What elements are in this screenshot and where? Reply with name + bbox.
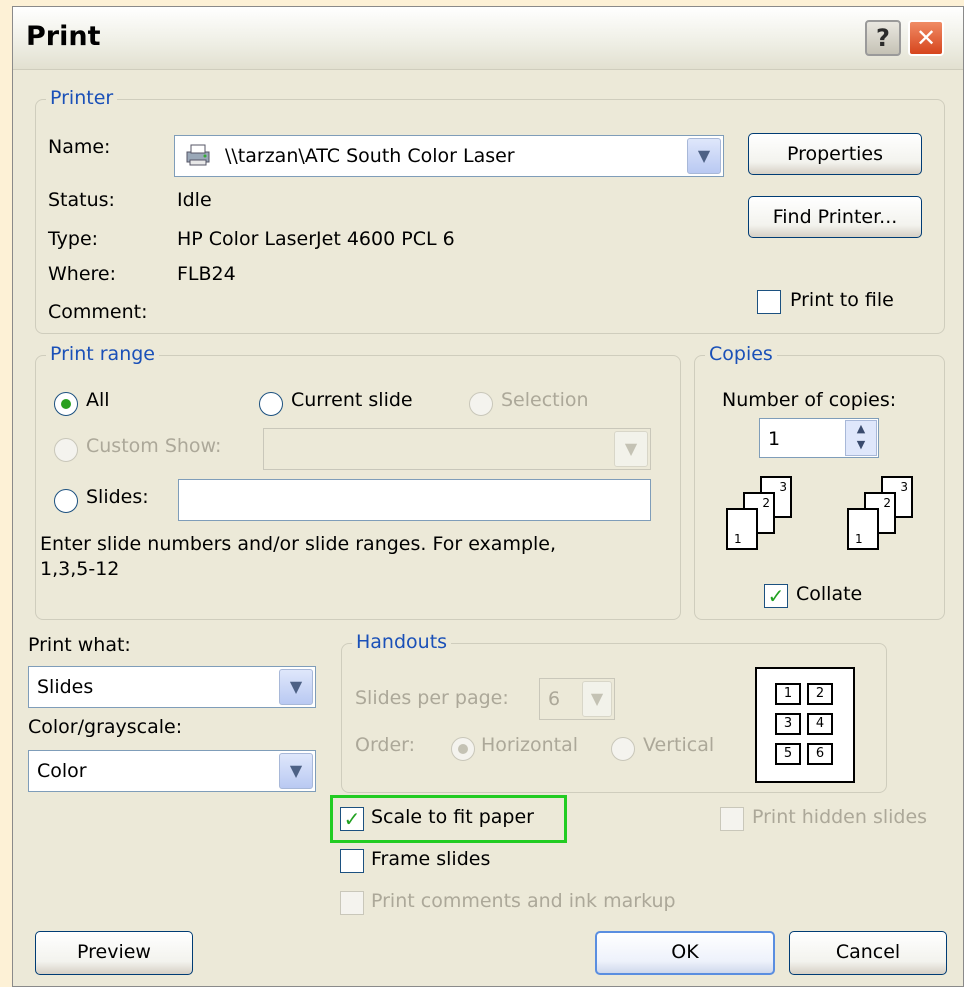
type-value: HP Color LaserJet 4600 PCL 6 — [177, 228, 455, 250]
title-bar[interactable]: Print ? ✕ — [13, 7, 963, 70]
frame-slides-checkbox[interactable] — [340, 849, 364, 873]
cancel-button[interactable]: Cancel — [789, 931, 947, 975]
collate-label[interactable]: Collate — [796, 583, 862, 605]
page-number: 2 — [762, 496, 770, 510]
slides-per-page-select[interactable]: 6 ▼ — [539, 678, 615, 720]
name-label: Name: — [48, 136, 111, 158]
vertical-label: Vertical — [643, 734, 715, 756]
spin-up-icon[interactable]: ▲ — [846, 421, 876, 437]
custom-show-select[interactable]: ▼ — [263, 428, 651, 470]
vertical-radio[interactable] — [611, 737, 635, 761]
where-value: FLB24 — [177, 263, 236, 285]
chevron-down-icon[interactable]: ▼ — [687, 138, 721, 174]
handout-cell: 4 — [807, 713, 833, 735]
print-dialog: Print ? ✕ Printer Name: \\tarzan\ATC Sou… — [12, 6, 964, 987]
handout-cell: 3 — [775, 713, 801, 735]
print-what-value: Slides — [37, 676, 94, 698]
number-of-copies-label: Number of copies: — [722, 389, 897, 411]
properties-button[interactable]: Properties — [748, 133, 922, 175]
slides-hint: Enter slide numbers and/or slide ranges.… — [40, 533, 557, 555]
spin-down-icon[interactable]: ▼ — [846, 437, 876, 453]
copies-spinner[interactable]: ▲ ▼ — [845, 420, 877, 456]
slides-per-page-value: 6 — [548, 688, 561, 710]
copies-legend: Copies — [705, 343, 777, 365]
slides-label[interactable]: Slides: — [86, 486, 149, 508]
current-slide-label[interactable]: Current slide — [291, 389, 413, 411]
horizontal-label: Horizontal — [481, 734, 579, 756]
selection-label: Selection — [501, 389, 589, 411]
print-range-legend: Print range — [46, 343, 159, 365]
handouts-legend: Handouts — [352, 631, 452, 653]
question-icon: ? — [876, 24, 890, 52]
slides-hint-example: 1,3,5-12 — [40, 558, 120, 580]
status-label: Status: — [48, 189, 115, 211]
help-button[interactable]: ? — [865, 20, 901, 56]
slides-input[interactable] — [178, 479, 651, 521]
close-button[interactable]: ✕ — [908, 20, 944, 56]
print-comments-label: Print comments and ink markup — [371, 890, 676, 912]
custom-show-radio[interactable] — [54, 438, 78, 462]
handout-cell: 6 — [807, 743, 833, 765]
dialog-title: Print — [26, 21, 101, 52]
collate-page-1: 1 — [847, 508, 879, 550]
chevron-down-icon[interactable]: ▼ — [279, 669, 313, 705]
printer-name-value: \\tarzan\ATC South Color Laser — [225, 145, 515, 167]
page-number: 3 — [900, 480, 908, 494]
page-number: 1 — [734, 532, 742, 546]
page-number: 3 — [779, 480, 787, 494]
collate-page-1: 1 — [726, 508, 758, 550]
order-label: Order: — [355, 734, 416, 756]
status-value: Idle — [177, 189, 212, 211]
find-printer-button[interactable]: Find Printer... — [748, 196, 922, 238]
copies-value: 1 — [768, 428, 781, 450]
preview-button[interactable]: Preview — [35, 931, 193, 975]
printer-legend: Printer — [46, 87, 118, 109]
ok-button[interactable]: OK — [595, 931, 775, 975]
chevron-down-icon[interactable]: ▼ — [582, 681, 612, 717]
horizontal-radio[interactable] — [451, 737, 475, 761]
print-what-label: Print what: — [28, 634, 131, 656]
print-hidden-checkbox[interactable] — [720, 807, 744, 831]
all-label[interactable]: All — [86, 389, 110, 411]
print-to-file-label[interactable]: Print to file — [790, 289, 894, 311]
color-grayscale-select[interactable]: Color ▼ — [28, 750, 316, 792]
page-number: 1 — [855, 532, 863, 546]
print-what-select[interactable]: Slides ▼ — [28, 666, 316, 708]
type-label: Type: — [48, 228, 99, 250]
handout-cell: 1 — [775, 683, 801, 705]
handout-cell: 5 — [775, 743, 801, 765]
page-number: 2 — [883, 496, 891, 510]
printer-name-select[interactable]: \\tarzan\ATC South Color Laser ▼ — [174, 135, 724, 177]
handout-cell: 2 — [807, 683, 833, 705]
slides-per-page-label: Slides per page: — [355, 687, 509, 709]
selection-radio[interactable] — [469, 392, 493, 416]
chevron-down-icon[interactable]: ▼ — [279, 753, 313, 789]
custom-show-label: Custom Show: — [86, 435, 222, 457]
chevron-down-icon[interactable]: ▼ — [614, 431, 648, 467]
comment-label: Comment: — [48, 301, 148, 323]
radio-dot — [458, 744, 468, 754]
color-grayscale-label: Color/grayscale: — [28, 716, 183, 738]
print-hidden-label: Print hidden slides — [752, 806, 928, 828]
printer-icon — [183, 142, 213, 168]
print-comments-checkbox[interactable] — [340, 891, 364, 915]
collate-checkbox[interactable]: ✓ — [764, 584, 788, 608]
where-label: Where: — [48, 263, 117, 285]
print-to-file-checkbox[interactable] — [757, 290, 781, 314]
all-radio[interactable] — [54, 392, 78, 416]
color-grayscale-value: Color — [37, 760, 87, 782]
scale-to-fit-label[interactable]: Scale to fit paper — [371, 806, 534, 828]
scale-to-fit-checkbox[interactable]: ✓ — [340, 807, 364, 831]
handout-preview: 1 2 3 4 5 6 — [755, 667, 855, 783]
close-icon: ✕ — [915, 24, 937, 52]
frame-slides-label[interactable]: Frame slides — [371, 848, 490, 870]
radio-dot — [61, 399, 71, 409]
slides-radio[interactable] — [54, 489, 78, 513]
current-slide-radio[interactable] — [259, 392, 283, 416]
